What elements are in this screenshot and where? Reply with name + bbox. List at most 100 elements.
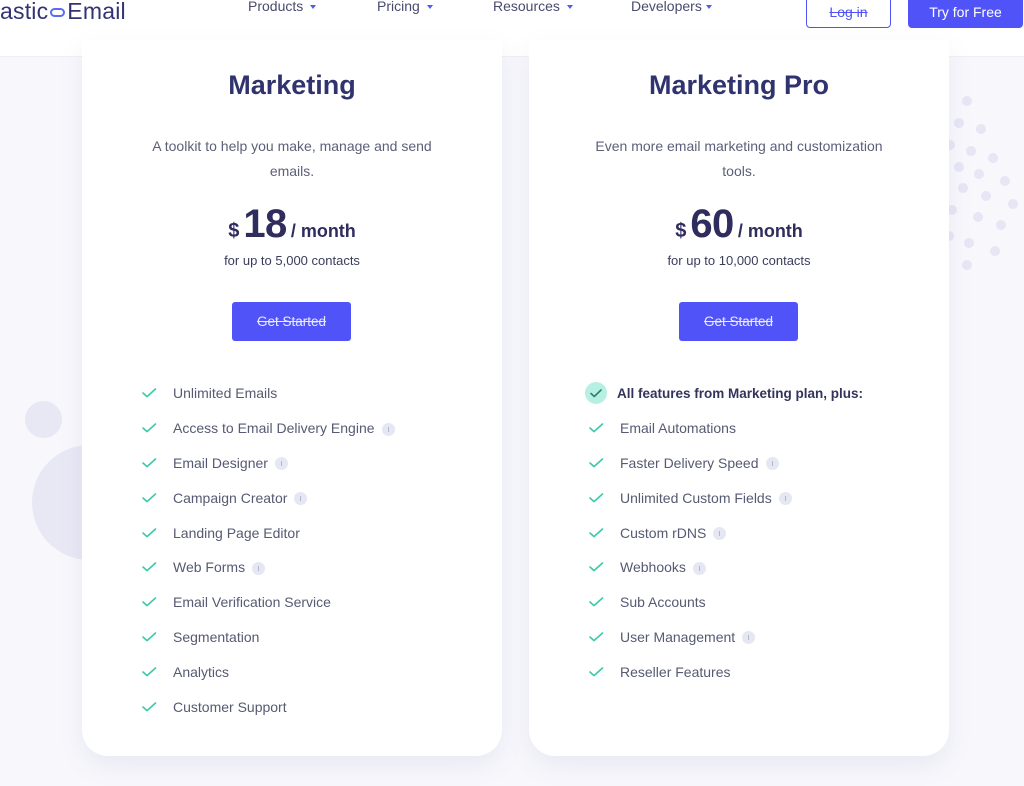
feature-item: Reseller Features xyxy=(589,654,863,689)
feature-item: Email Automations xyxy=(589,411,863,446)
feature-label: Webhooks xyxy=(620,559,686,576)
plan-description: Even more email marketing and customizat… xyxy=(595,138,883,179)
nav-developers[interactable]: Developers xyxy=(631,0,712,14)
decorative-dot-pattern xyxy=(944,90,1024,280)
nav-resources-label: Resources xyxy=(493,0,560,14)
decorative-dot xyxy=(958,183,968,193)
feature-label: Campaign Creator xyxy=(173,489,288,506)
check-icon xyxy=(142,666,157,677)
features-heading-label: All features from Marketing plan, plus: xyxy=(617,385,864,401)
feature-list: All features from Marketing plan, plus: … xyxy=(585,376,864,689)
decorative-dot xyxy=(973,212,983,222)
decorative-dot xyxy=(1000,176,1010,186)
check-icon xyxy=(589,632,604,642)
price-period: / month xyxy=(290,221,356,241)
feature-item: Web Forms xyxy=(142,550,395,585)
feature-label: Faster Delivery Speed xyxy=(620,454,759,471)
plan-title: Marketing xyxy=(228,70,356,100)
features-heading: All features from Marketing plan, plus: xyxy=(585,376,864,411)
decorative-dot xyxy=(990,246,1000,256)
nav-pricing[interactable]: Pricing xyxy=(377,0,433,14)
feature-label: Custom rDNS xyxy=(620,524,707,541)
check-icon xyxy=(142,492,157,503)
feature-label: Access to Email Delivery Engine xyxy=(173,420,375,437)
check-icon xyxy=(142,423,157,433)
feature-item: Segmentation xyxy=(142,620,395,655)
logo[interactable]: astic Email xyxy=(0,0,126,26)
caret-down-icon xyxy=(426,4,433,9)
plan-contacts: for up to 10,000 contacts xyxy=(667,253,811,268)
feature-item: Campaign Creator xyxy=(142,480,395,515)
feature-item: Webhooks xyxy=(589,550,863,585)
check-icon xyxy=(142,597,157,607)
check-icon xyxy=(589,597,604,607)
feature-item: Custom rDNS xyxy=(589,515,863,550)
feature-label: Landing Page Editor xyxy=(173,524,300,541)
nav-resources[interactable]: Resources xyxy=(493,0,573,14)
plan-contacts: for up to 5,000 contacts xyxy=(224,253,360,268)
login-button[interactable]: Log in xyxy=(806,0,891,28)
price-amount: 18 xyxy=(243,202,287,246)
nav-products-label: Products xyxy=(248,0,304,14)
decorative-dot xyxy=(981,191,991,201)
logo-link-icon xyxy=(50,8,66,17)
feature-item: Unlimited Emails xyxy=(142,376,395,411)
feature-label: Email Designer xyxy=(173,454,268,471)
info-icon[interactable] xyxy=(294,492,308,506)
info-icon[interactable] xyxy=(742,631,756,645)
info-icon[interactable] xyxy=(778,492,792,506)
info-icon[interactable] xyxy=(274,457,288,471)
get-started-button[interactable]: Get Started xyxy=(232,302,351,341)
feature-label: User Management xyxy=(620,628,736,645)
decorative-dot xyxy=(962,260,972,270)
try-for-free-button[interactable]: Try for Free xyxy=(908,0,1023,28)
feature-label: Reseller Features xyxy=(620,663,731,680)
caret-down-icon xyxy=(705,4,712,9)
price-amount: 60 xyxy=(690,202,734,246)
check-icon xyxy=(142,458,157,468)
decorative-dot xyxy=(962,96,972,106)
check-circle-icon xyxy=(585,382,607,405)
feature-label: Analytics xyxy=(173,663,230,680)
feature-label: Web Forms xyxy=(173,559,246,576)
nav-products[interactable]: Products xyxy=(248,0,317,14)
feature-label: Sub Accounts xyxy=(620,594,706,611)
feature-label: Segmentation xyxy=(173,628,260,645)
check-icon xyxy=(589,527,604,538)
nav-pricing-label: Pricing xyxy=(377,0,420,14)
info-icon[interactable] xyxy=(713,527,727,541)
check-icon xyxy=(589,562,604,572)
caret-down-icon xyxy=(566,4,573,9)
decorative-dot xyxy=(988,153,998,163)
check-icon xyxy=(589,666,604,677)
decorative-dot xyxy=(1008,199,1018,209)
feature-item: Email Designer xyxy=(142,446,395,481)
feature-label: Customer Support xyxy=(173,698,287,715)
price-period: / month xyxy=(737,221,803,241)
info-icon[interactable] xyxy=(765,457,779,471)
decorative-dot xyxy=(954,118,964,128)
feature-item: Customer Support xyxy=(142,689,395,724)
decorative-dot xyxy=(966,146,976,156)
feature-label: Unlimited Custom Fields xyxy=(620,489,772,506)
decorative-dot xyxy=(976,124,986,134)
decorative-dot xyxy=(974,169,984,179)
get-started-button[interactable]: Get Started xyxy=(679,302,798,341)
info-icon[interactable] xyxy=(381,422,395,436)
decorative-dot xyxy=(964,238,974,248)
logo-text-right: Email xyxy=(67,0,126,24)
info-icon[interactable] xyxy=(692,561,706,575)
feature-item: Landing Page Editor xyxy=(142,515,395,550)
plan-card-marketing: Marketing A toolkit to help you make, ma… xyxy=(82,40,502,756)
logo-text-left: astic xyxy=(0,0,49,24)
check-icon xyxy=(589,458,604,468)
decorative-circle-small xyxy=(25,401,62,438)
check-icon xyxy=(142,701,157,712)
feature-label: Unlimited Emails xyxy=(173,385,278,402)
price-currency: $ xyxy=(228,220,240,242)
plan-price: $ 18 / month xyxy=(82,202,502,247)
info-icon[interactable] xyxy=(252,561,266,575)
caret-down-icon xyxy=(310,4,317,9)
feature-item: User Management xyxy=(589,620,863,655)
check-icon xyxy=(589,423,604,433)
